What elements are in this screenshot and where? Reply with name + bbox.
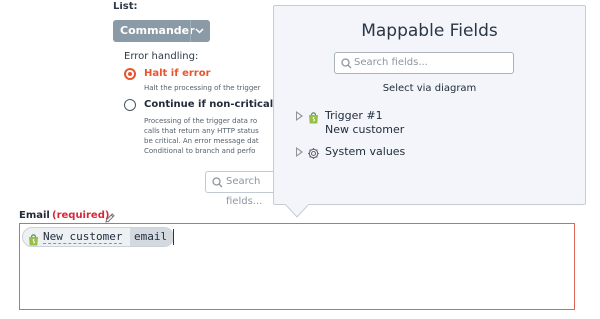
description-line: calls that return any HTTP status <box>144 127 259 135</box>
gear-icon <box>307 145 320 164</box>
popover-title: Mappable Fields <box>361 21 498 41</box>
search-icon <box>341 58 352 69</box>
popover-arrow <box>285 204 309 218</box>
option-halt-label[interactable]: Halt if error <box>144 68 211 79</box>
shopify-bag-icon <box>28 231 39 250</box>
email-label: Email <box>19 210 50 221</box>
tree-item-trigger-subtitle[interactable]: New customer <box>325 123 404 136</box>
description-line: be critical. An error message dat <box>144 137 259 145</box>
chevron-down-icon <box>190 20 207 42</box>
option-halt-description: Halt the processing of the trigger <box>144 84 261 92</box>
popover-search-input[interactable]: Search fields... <box>334 52 514 74</box>
error-handling-title: Error handling: <box>124 51 199 62</box>
required-indicator: (required) <box>52 210 110 221</box>
mapped-field-token[interactable]: New customer email <box>22 227 174 247</box>
list-label: List: <box>113 2 138 11</box>
description-line: Processing of the trigger data ro <box>144 117 258 125</box>
expand-triangle-icon[interactable] <box>296 111 303 121</box>
description-line: Conditional to branch and perfo <box>144 147 256 155</box>
tree-item-system-values[interactable]: System values <box>325 145 405 158</box>
option-continue-description: Processing of the trigger data ro calls … <box>144 116 274 156</box>
list-select[interactable]: Commander AJ <box>113 20 210 59</box>
radio-continue-if-non-critical[interactable] <box>124 99 136 111</box>
tree-item-trigger-title[interactable]: Trigger #1 <box>325 109 383 122</box>
token-source-name: New customer <box>43 230 123 244</box>
text-cursor <box>173 229 174 245</box>
search-placeholder: Search fields... <box>226 176 263 207</box>
option-continue-label[interactable]: Continue if non-critical error <box>144 99 274 110</box>
radio-halt-if-error[interactable] <box>124 68 136 80</box>
token-field-name: email <box>130 228 174 246</box>
shopify-bag-icon <box>308 109 319 128</box>
expand-triangle-icon[interactable] <box>296 147 303 157</box>
search-icon <box>212 177 223 188</box>
select-via-diagram-link[interactable]: Select via diagram <box>273 83 586 94</box>
popover-search-placeholder: Search fields... <box>354 57 428 68</box>
